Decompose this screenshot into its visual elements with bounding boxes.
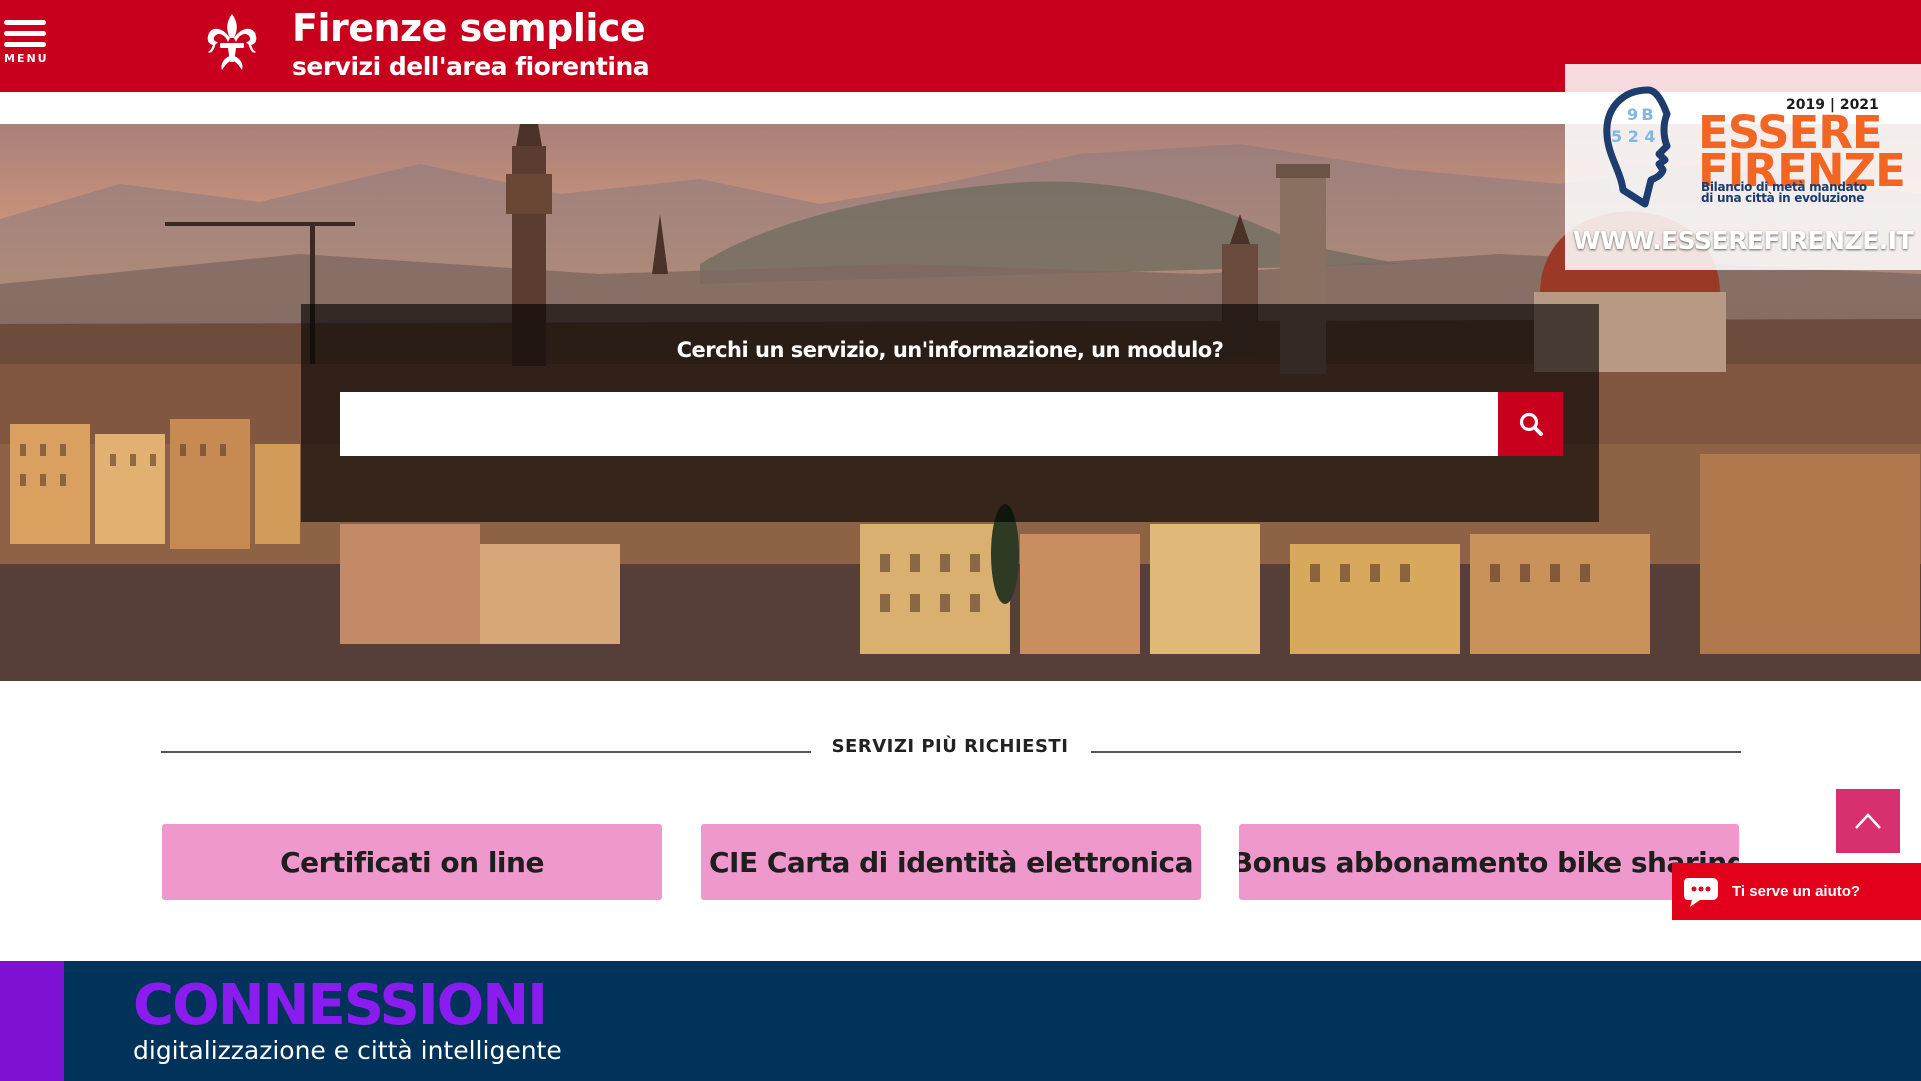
help-chat-button[interactable]: Ti serve un aiuto?	[1672, 863, 1921, 920]
help-label: Ti serve un aiuto?	[1732, 883, 1861, 900]
search-prompt: Cerchi un servizio, un'informazione, un …	[676, 338, 1224, 362]
section-divider-right	[1091, 751, 1741, 753]
site-subtitle: servizi dell'area fiorentina	[292, 52, 650, 81]
chevron-up-icon	[1855, 813, 1881, 829]
search-button[interactable]	[1498, 392, 1563, 456]
section-title: SERVIZI PIÙ RICHIESTI	[831, 736, 1069, 757]
search-icon	[1519, 412, 1543, 436]
banner-accent-bar	[0, 961, 64, 1081]
profile-face-icon: 9 B 5 2 4	[1603, 86, 1671, 208]
service-certificati-button[interactable]: Certificati on line	[162, 824, 662, 900]
chat-bubble-icon	[1684, 877, 1718, 907]
svg-text:5 2 4: 5 2 4	[1611, 127, 1656, 146]
service-bike-sharing-button[interactable]: Bonus abbonamento bike sharing	[1239, 824, 1739, 900]
site-title[interactable]: Firenze semplice	[292, 6, 646, 50]
search-panel: Cerchi un servizio, un'informazione, un …	[301, 304, 1599, 522]
scroll-to-top-button[interactable]	[1836, 789, 1900, 853]
hamburger-icon	[4, 20, 46, 25]
fleur-de-lis-icon[interactable]	[204, 12, 260, 74]
connessioni-banner[interactable]: CONNESSIONI digitalizzazione e città int…	[0, 961, 1921, 1081]
menu-button[interactable]: MENU	[4, 20, 54, 72]
section-divider-left	[161, 751, 811, 753]
banner-subtitle: digitalizzazione e città intelligente	[133, 1036, 562, 1065]
promo-url[interactable]: WWW.ESSEREFIRENZE.IT	[1565, 226, 1921, 255]
menu-label: MENU	[4, 52, 49, 65]
promo-tagline: Bilancio di metà mandato di una città in…	[1701, 180, 1867, 205]
service-cie-button[interactable]: CIE Carta di identità elettronica	[701, 824, 1201, 900]
search-input[interactable]	[340, 392, 1498, 456]
svg-text:9 B: 9 B	[1627, 105, 1654, 124]
banner-title: CONNESSIONI	[133, 973, 548, 1038]
